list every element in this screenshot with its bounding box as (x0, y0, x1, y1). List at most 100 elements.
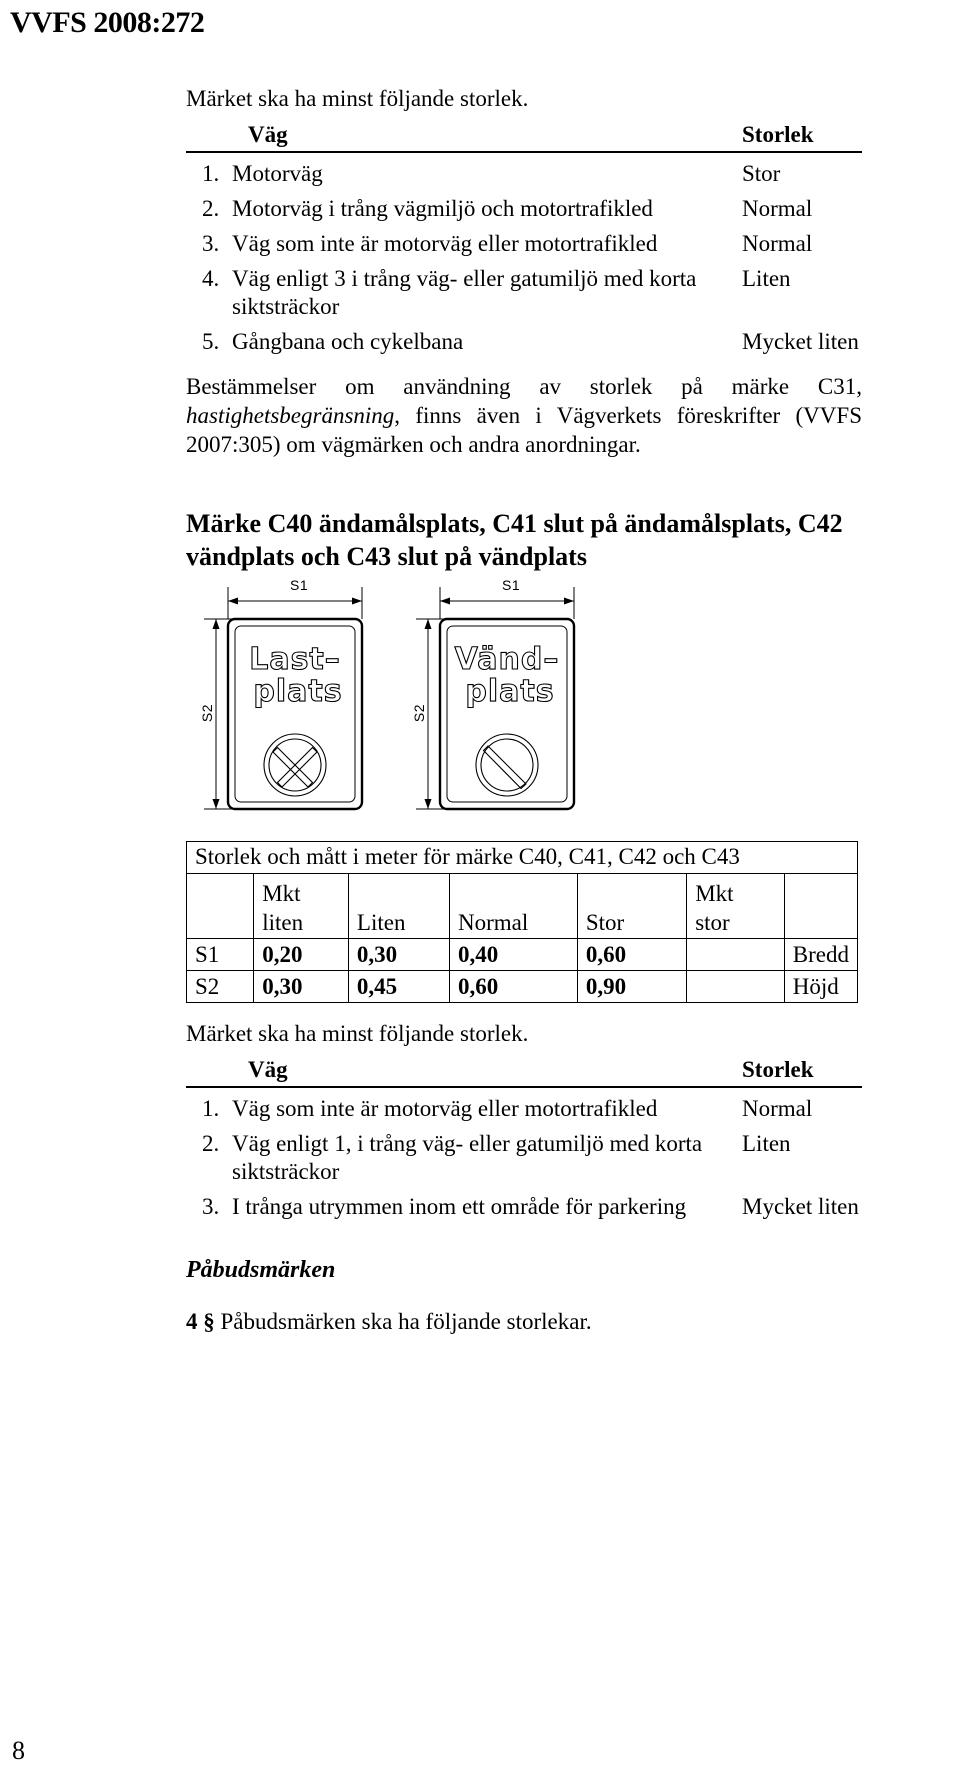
th-mkt-liten: Mkt liten (253, 873, 349, 939)
table-row: 4. Väg enligt 3 i trång väg- eller gatum… (186, 258, 862, 321)
measure-cell-meaning: Höjd (783, 970, 859, 1003)
section-number: 4 § (186, 1309, 215, 1334)
row-number: 3. (202, 1194, 220, 1219)
row-description: Motorväg (232, 161, 323, 186)
dim-label-s1: S1 (502, 577, 521, 593)
sign-text-line1: Vänd– (455, 642, 560, 677)
section-heading-c40: Märke C40 ändamålsplats, C41 slut på änd… (186, 509, 843, 571)
measure-title-row: Storlek och mått i meter för märke C40, … (186, 841, 858, 874)
page-number: 8 (12, 1736, 25, 1765)
table-row: 2. Motorväg i trång vägmiljö och motortr… (186, 188, 862, 223)
dim-label-s2: S2 (199, 703, 216, 723)
row-number: 5. (202, 329, 220, 354)
row-size: Mycket liten (742, 1194, 859, 1219)
bottom-size-table: Väg Storlek 1. Väg som inte är motorväg … (186, 1057, 862, 1221)
table-header-row: Väg Storlek (186, 1057, 862, 1087)
th-mkt-liten-line1: Mkt (262, 881, 301, 906)
th-storlek: Storlek (742, 1057, 814, 1082)
measure-row-s2: S2 0,30 0,45 0,60 0,90 Höjd (185, 970, 859, 1003)
measure-cell-stor: 0,90 (576, 970, 688, 1003)
measure-cell-mkt-stor (686, 938, 785, 971)
measure-cell-mkt-liten: 0,20 (253, 938, 349, 971)
dim-label-s2: S2 (411, 703, 428, 723)
measure-row-s1: S1 0,20 0,30 0,40 0,60 Bredd (185, 938, 859, 971)
measure-row-label: S1 (185, 938, 255, 971)
row-size: Liten (742, 1131, 791, 1156)
row-description: Väg enligt 1, i trång väg- eller gatumil… (232, 1131, 703, 1184)
top-size-table: Väg Storlek 1. Motorväg Stor 2. Motorväg… (186, 122, 862, 356)
s2-arrow-top (212, 619, 220, 629)
measure-cell-mkt-liten: 0,30 (253, 970, 349, 1003)
sign-drawings: S1 S2 Last– plats S1 S2 Vänd– plats (186, 577, 862, 827)
measure-table: Storlek och mått i meter för märke C40, … (185, 841, 859, 1003)
document-page: VVFS 2008:272 Märket ska ha minst följan… (0, 0, 960, 1788)
vandplats-sign-drawing: Vänd– plats (416, 587, 576, 811)
running-header: VVFS 2008:272 (10, 6, 205, 39)
s2-arrow-top (424, 619, 432, 629)
page-content: Märket ska ha minst följande storlek. Vä… (185, 84, 862, 1359)
table-row: 2. Väg enligt 1, i trång väg- eller gatu… (186, 1123, 862, 1186)
th-liten: Liten (347, 873, 450, 939)
row-number: 4. (202, 266, 220, 291)
th-meaning (783, 873, 859, 939)
row-description: Väg enligt 3 i trång väg- eller gatumilj… (232, 266, 697, 319)
s2-arrow-bottom (212, 799, 220, 809)
th-mkt-stor-line1: Mkt (695, 881, 734, 906)
th-empty-corner (185, 873, 255, 939)
row-number: 3. (202, 231, 220, 256)
row-description: I trånga utrymmen inom ett område för pa… (232, 1194, 687, 1219)
row-number: 2. (202, 1131, 220, 1156)
c31-reference-paragraph: Bestämmelser om användning av storlek på… (186, 372, 862, 459)
th-mkt-stor: Mkt stor (686, 873, 785, 939)
measure-cell-liten: 0,45 (347, 970, 450, 1003)
measure-cell-stor: 0,60 (576, 938, 688, 971)
row-number: 1. (202, 161, 220, 186)
measure-cell-liten: 0,30 (347, 938, 450, 971)
table-row: 5. Gångbana och cykelbana Mycket liten (186, 321, 862, 356)
th-storlek: Storlek (742, 122, 814, 147)
sign-unit-vandplats: S1 S2 Vänd– plats (406, 577, 606, 822)
row-size: Liten (742, 266, 791, 291)
sign-unit-lastplats: S1 S2 Last– plats (194, 577, 394, 822)
measure-cell-meaning: Bredd (783, 938, 859, 971)
table-header-row: Väg Storlek (186, 122, 862, 152)
th-spacer (186, 122, 232, 152)
measure-cell-mkt-stor (686, 970, 785, 1003)
th-stor: Stor (576, 873, 688, 939)
par-part1: Bestämmelser om användning av storlek på… (186, 374, 862, 399)
row-number: 2. (202, 196, 220, 221)
measure-table-title: Storlek och mått i meter för märke C40, … (186, 841, 858, 874)
row-size: Normal (742, 196, 813, 221)
s1-arrow-left (228, 597, 238, 605)
measure-header-row: Mkt liten Liten Normal Stor Mkt stor (185, 873, 859, 939)
top-lead-text: Märket ska ha minst följande storlek. (186, 86, 529, 111)
row-description: Gångbana och cykelbana (232, 329, 464, 354)
lastplats-sign-drawing: Last– plats (204, 587, 364, 811)
par-italic: hastighetsbegränsning (186, 403, 395, 428)
s2-arrow-bottom (424, 799, 432, 809)
row-description: Väg som inte är motorväg eller motortraf… (232, 1096, 658, 1121)
th-mkt-liten-line2: liten (262, 910, 304, 935)
measure-table-wrap: Storlek och mått i meter för märke C40, … (185, 841, 862, 1003)
row-size: Normal (742, 1096, 813, 1121)
pabudsmarken-paragraph: 4 § Påbudsmärken ska ha följande storlek… (186, 1307, 862, 1336)
sign-text-line2: plats (465, 674, 554, 709)
section-text: Påbudsmärken ska ha följande storlekar. (214, 1309, 592, 1334)
s1-arrow-right (352, 597, 362, 605)
sign-text-line2: plats (253, 674, 342, 709)
table-row: 3. I trånga utrymmen inom ett område för… (186, 1186, 862, 1221)
row-number: 1. (202, 1096, 220, 1121)
row-description: Väg som inte är motorväg eller motortraf… (232, 231, 658, 256)
th-vag: Väg (248, 122, 288, 147)
sign-text-line1: Last– (249, 642, 341, 677)
s1-arrow-left (440, 597, 450, 605)
measure-cell-normal: 0,60 (448, 970, 578, 1003)
row-description: Motorväg i trång vägmiljö och motortrafi… (232, 196, 653, 221)
th-normal: Normal (448, 873, 578, 939)
dim-label-s1: S1 (290, 577, 309, 593)
th-vag: Väg (248, 1057, 288, 1082)
bottom-lead-text: Märket ska ha minst följande storlek. (186, 1021, 529, 1046)
measure-row-label: S2 (185, 970, 255, 1003)
table-row: 1. Motorväg Stor (186, 152, 862, 188)
row-size: Mycket liten (742, 329, 859, 354)
